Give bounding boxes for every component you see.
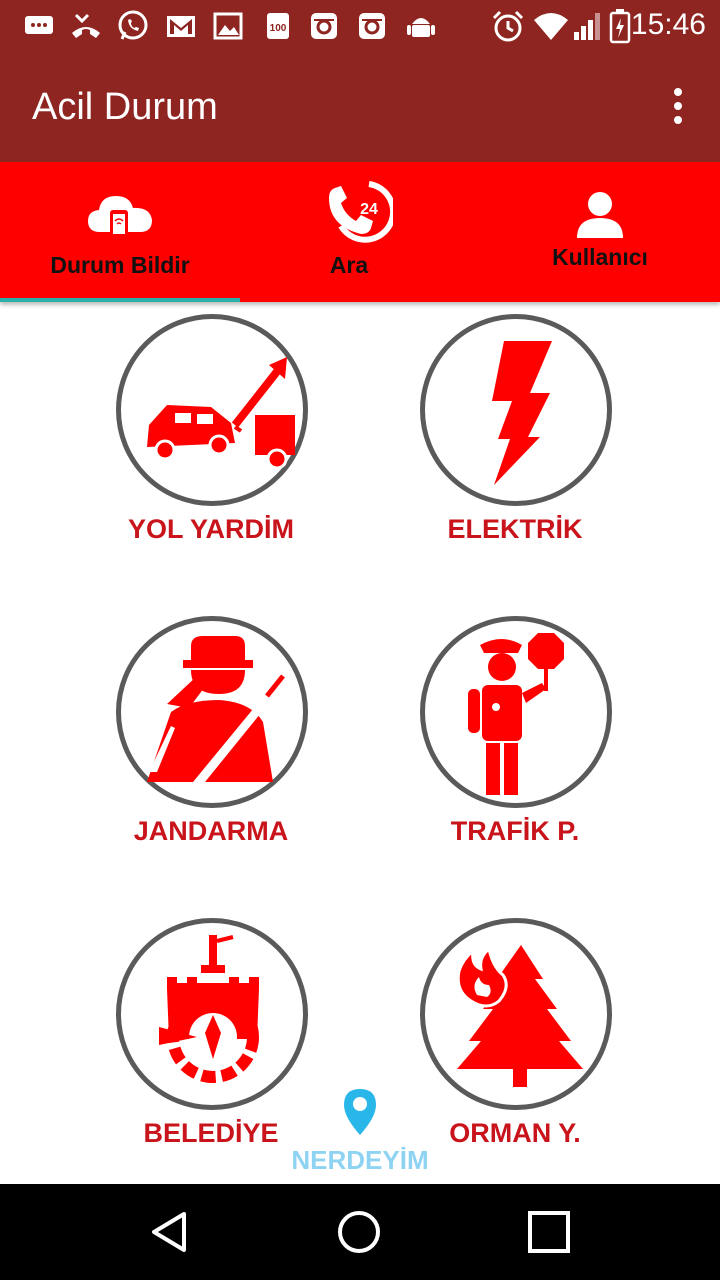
service-label: TRAFİK P. <box>450 816 580 846</box>
overflow-menu-icon[interactable] <box>672 88 684 128</box>
back-icon[interactable] <box>140 1202 200 1262</box>
service-icon-circle <box>116 314 308 506</box>
municipality-icon <box>159 935 259 1083</box>
tab-label: Durum Bildir <box>50 252 190 278</box>
tab-ara[interactable]: 24 Ara <box>229 162 469 302</box>
cloud-phone-icon <box>86 190 154 247</box>
svg-text:24: 24 <box>360 201 378 218</box>
tab-durum-bildir[interactable]: Durum Bildir <box>0 162 240 302</box>
missed-call-icon <box>68 10 104 42</box>
tab-bar: Durum Bildir 24 Ara Kullanıcı <box>0 162 720 302</box>
service-icon-circle <box>420 314 612 506</box>
service-icon-circle <box>116 616 308 808</box>
service-elektrik[interactable]: ELEKTRİK <box>363 314 667 564</box>
phone-24-icon: 24 <box>325 180 397 251</box>
user-icon <box>575 190 625 245</box>
app-bar: Acil Durum <box>0 52 720 162</box>
battery-charging-icon <box>608 9 632 44</box>
home-icon[interactable] <box>329 1202 389 1262</box>
alarm-icon <box>490 10 526 42</box>
tow-truck-icon <box>147 357 295 470</box>
service-icon-circle <box>420 616 612 808</box>
location-button-label: NERDEYİM <box>291 1145 429 1175</box>
tab-label: Ara <box>329 252 369 278</box>
instagram-icon <box>308 10 340 42</box>
service-icon-circle <box>116 918 308 1110</box>
signal-icon <box>572 10 604 42</box>
recents-icon[interactable] <box>519 1202 579 1262</box>
svg-text:100: 100 <box>270 23 287 34</box>
app-title: Acil Durum <box>32 86 218 128</box>
gallery-icon <box>212 10 244 42</box>
service-yol-yardim[interactable]: YOL YARDİM <box>59 314 363 564</box>
service-icon-circle <box>420 918 612 1110</box>
message-icon <box>22 10 56 42</box>
lightning-icon <box>492 341 552 485</box>
service-label: JANDARMA <box>133 816 289 846</box>
service-label: ELEKTRİK <box>447 514 583 544</box>
service-label: YOL YARDİM <box>127 514 295 544</box>
android-icon <box>404 10 438 42</box>
gendarme-icon <box>147 636 285 782</box>
whatsapp-icon <box>116 10 150 42</box>
navigation-bar <box>0 1184 720 1280</box>
gmail-icon <box>164 10 198 42</box>
service-trafik-polisi[interactable]: TRAFİK P. <box>363 616 667 866</box>
location-pin-icon <box>342 1087 378 1142</box>
tab-indicator <box>0 298 240 302</box>
wifi-icon <box>532 10 570 42</box>
clock: 15:46 <box>630 8 706 41</box>
tab-kullanici[interactable]: Kullanıcı <box>480 162 720 302</box>
service-jandarma[interactable]: JANDARMA <box>59 616 363 866</box>
tab-label: Kullanıcı <box>552 244 648 270</box>
battery-100-icon: 100 <box>262 10 294 42</box>
instagram-icon <box>356 10 388 42</box>
traffic-police-icon <box>468 633 564 795</box>
forest-fire-icon <box>456 945 583 1087</box>
location-button[interactable]: NERDEYİM <box>280 1085 440 1180</box>
status-bar: 100 15:46 <box>0 0 720 52</box>
